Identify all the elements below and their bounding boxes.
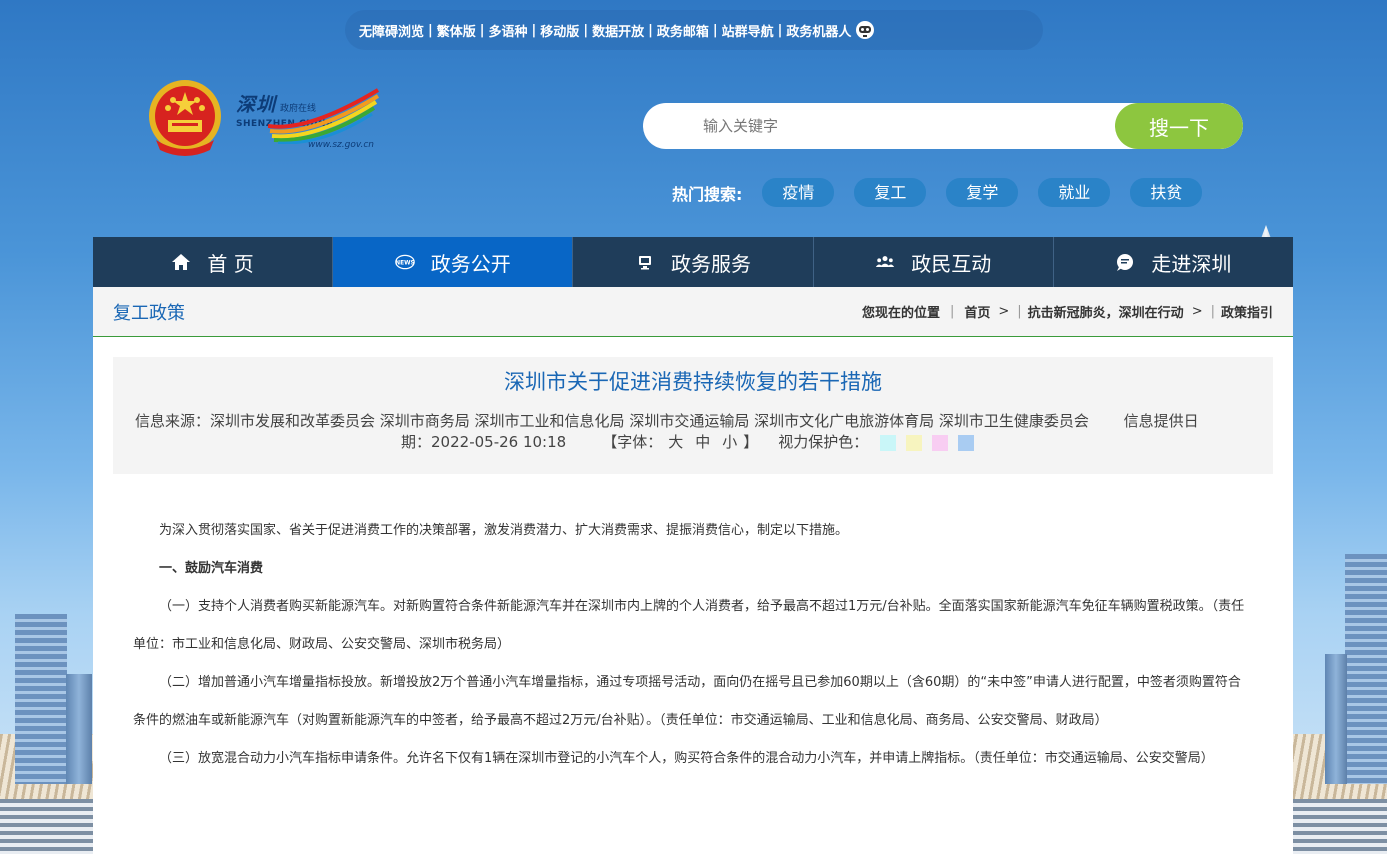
toolbar-site-nav[interactable]: 站群导航 — [722, 21, 774, 40]
toolbar-separator: | — [583, 22, 589, 38]
nav-interaction-label: 政民互动 — [911, 251, 992, 276]
toolbar-languages[interactable]: 多语种 — [489, 21, 528, 40]
top-toolbar: 无障碍浏览 | 繁体版 | 多语种 | 移动版 | 数据开放 | 政务邮箱 | … — [345, 10, 1043, 50]
breadcrumb-policy[interactable]: 政策指引 — [1221, 302, 1273, 321]
eye-care-label: 视力保护色： — [778, 433, 869, 451]
toolbar-separator: | — [479, 22, 485, 38]
nav-gov-services-label: 政务服务 — [671, 251, 751, 276]
date-label-b: 期： — [401, 433, 432, 451]
font-label: 【字体： — [602, 433, 663, 451]
toolbar-separator: | — [777, 22, 783, 38]
skyline-left — [0, 554, 100, 854]
font-size-medium[interactable]: 中 — [695, 432, 710, 453]
toolbar-mobile[interactable]: 移动版 — [540, 21, 579, 40]
rainbow-swoosh-icon — [268, 88, 380, 144]
search-input[interactable] — [643, 103, 1123, 149]
nav-gov-affairs-label: 政务公开 — [430, 251, 511, 276]
article-heading: 一、鼓励汽车消费 — [159, 561, 264, 576]
news-icon: NEWS — [395, 254, 415, 270]
main-nav: 首 页 NEWS 政务公开 政务服务 政民互动 走进深圳 — [93, 237, 1293, 287]
nav-about-shenzhen-label: 走进深圳 — [1151, 251, 1232, 276]
article-body: 为深入贯彻落实国家、省关于促进消费工作的决策部署，激发消费潜力、扩大消费需求、提… — [93, 474, 1293, 778]
base-left — [0, 799, 100, 854]
nav-gov-services[interactable]: 政务服务 — [573, 237, 814, 287]
tower-right — [1345, 554, 1387, 784]
article-meta: 信息来源：深圳市发展和改革委员会 深圳市商务局 深圳市工业和信息化局 深圳市交通… — [113, 411, 1273, 453]
article-paragraph: （三）放宽混合动力小汽车指标申请条件。允许名下仅有1辆在深圳市登记的小汽车个人，… — [159, 751, 1214, 766]
toolbar-accessibility[interactable]: 无障碍浏览 — [359, 21, 424, 40]
nav-home-label: 首 页 — [207, 251, 254, 276]
search-box: 搜一下 — [643, 103, 1243, 149]
home-icon — [172, 254, 191, 270]
toolbar-mail[interactable]: 政务邮箱 — [657, 21, 709, 40]
tower-right-small — [1325, 654, 1347, 784]
breadcrumb-separator: | — [1210, 304, 1215, 319]
hot-search: 热门搜索: 疫情 复工 复学 就业 扶贫 — [672, 178, 1222, 207]
article-paragraph: （一）支持个人消费者购买新能源汽车。对新购置符合条件新能源汽车并在深圳市内上牌的… — [133, 599, 1245, 652]
tower-left-small — [66, 674, 92, 784]
source-value: 深圳市发展和改革委员会 深圳市商务局 深圳市工业和信息化局 深圳市交通运输局 深… — [210, 412, 1089, 430]
font-size-small[interactable]: 小 — [722, 432, 737, 453]
toolbar-robot[interactable]: 政务机器人 — [786, 21, 851, 40]
date-label-a: 信息提供日 — [1123, 412, 1199, 430]
people-icon — [876, 256, 895, 267]
font-size-large[interactable]: 大 — [668, 432, 683, 453]
breadcrumb-arrow: > — [998, 304, 1010, 319]
base-right — [1287, 799, 1387, 854]
toolbar-traditional[interactable]: 繁体版 — [437, 21, 476, 40]
breadcrumb-home[interactable]: 首页 — [964, 302, 990, 321]
article-paragraph: 为深入贯彻落实国家、省关于促进消费工作的决策部署，激发消费潜力、扩大消费需求、提… — [159, 523, 849, 538]
hot-search-label: 热门搜索: — [672, 184, 743, 204]
robot-icon[interactable] — [855, 20, 875, 40]
chat-icon — [1117, 254, 1134, 271]
breadcrumb-separator: | — [1017, 304, 1022, 319]
article-header: 深圳市关于促进消费持续恢复的若干措施 信息来源：深圳市发展和改革委员会 深圳市商… — [113, 357, 1273, 474]
meta-line-1: 信息来源：深圳市发展和改革委员会 深圳市商务局 深圳市工业和信息化局 深圳市交通… — [121, 411, 1265, 432]
content-panel: 复工政策 您现在的位置 | 首页 > | 抗击新冠肺炎，深圳在行动 > | 政策… — [93, 287, 1293, 854]
national-emblem-icon — [149, 80, 221, 156]
breadcrumb: 您现在的位置 | 首页 > | 抗击新冠肺炎，深圳在行动 > | 政策指引 — [862, 302, 1273, 321]
toolbar-separator: | — [428, 22, 433, 38]
nav-interaction[interactable]: 政民互动 — [814, 237, 1054, 287]
section-title[interactable]: 复工政策 — [113, 299, 185, 325]
nav-about-shenzhen[interactable]: 走进深圳 — [1054, 237, 1293, 287]
article-title: 深圳市关于促进消费持续恢复的若干措施 — [504, 370, 882, 394]
svg-text:NEWS: NEWS — [395, 261, 415, 267]
monitor-icon — [639, 256, 651, 270]
eye-color-pink[interactable] — [932, 434, 949, 451]
article-paragraph: （二）增加普通小汽车增量指标投放。新增投放2万个普通小汽车增量指标，通过专项摇号… — [133, 675, 1241, 728]
breadcrumb-separator: | — [949, 304, 955, 319]
toolbar-separator: | — [531, 22, 537, 38]
breadcrumb-arrow: > — [1191, 304, 1203, 319]
eye-color-cyan[interactable] — [880, 434, 897, 451]
hot-tag-employment[interactable]: 就业 — [1038, 178, 1111, 207]
breadcrumb-campaign[interactable]: 抗击新冠肺炎，深圳在行动 — [1028, 302, 1184, 321]
breadcrumb-location-label: 您现在的位置 — [861, 306, 940, 321]
logo-url: www.sz.gov.cn — [308, 140, 374, 150]
eye-color-blue[interactable] — [958, 434, 975, 451]
hot-tag-resume-school[interactable]: 复学 — [946, 178, 1019, 207]
nav-gov-affairs[interactable]: NEWS 政务公开 — [333, 237, 574, 287]
meta-line-2: 期： 2022-05-26 10:18 【字体： 大 中 小 】 视力保护色： — [121, 432, 1265, 453]
hot-tag-epidemic[interactable]: 疫情 — [762, 178, 835, 207]
crumb-bar: 复工政策 您现在的位置 | 首页 > | 抗击新冠肺炎，深圳在行动 > | 政策… — [93, 287, 1293, 337]
toolbar-separator: | — [648, 22, 653, 38]
date-value: 2022-05-26 10:18 — [431, 433, 567, 451]
hot-tag-poverty[interactable]: 扶贫 — [1130, 178, 1203, 207]
source-label: 信息来源： — [135, 412, 211, 430]
nav-home[interactable]: 首 页 — [93, 237, 334, 287]
skyline-right — [1287, 554, 1387, 854]
toolbar-open-data[interactable]: 数据开放 — [592, 21, 644, 40]
toolbar-separator: | — [712, 22, 718, 38]
hot-tag-resume-work[interactable]: 复工 — [854, 178, 927, 207]
eye-color-yellow[interactable] — [906, 434, 923, 451]
tower-left — [15, 614, 67, 784]
font-close: 】 — [743, 433, 759, 451]
search-button[interactable]: 搜一下 — [1115, 103, 1243, 149]
